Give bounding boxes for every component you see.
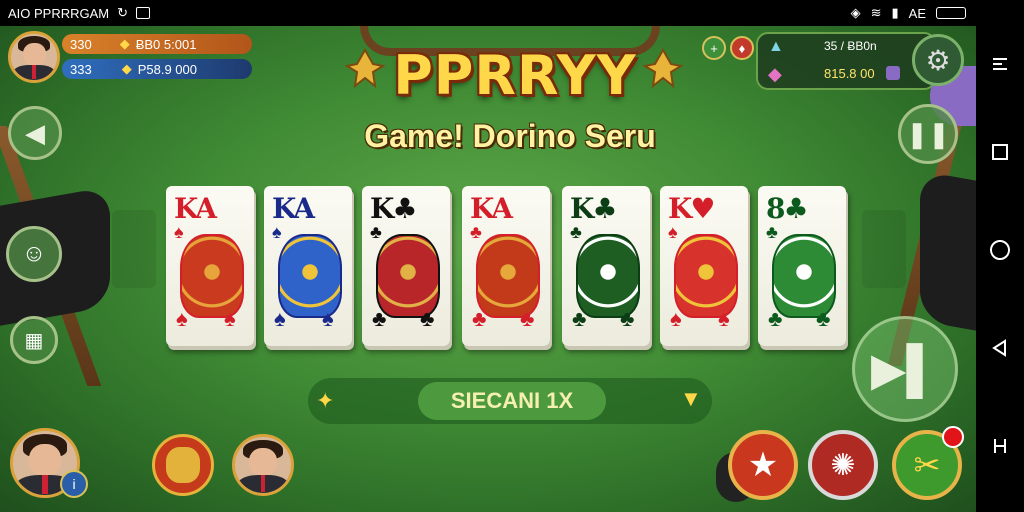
chip-icon[interactable]: ✺ [808,430,878,500]
card-pip-icon: ♠ [718,306,730,331]
game-subtitle: Game! Dorino Seru [364,118,656,154]
table-icon[interactable]: ▦ [10,316,58,364]
playing-card[interactable]: K♥ ♠ ♠ ♠ [660,186,748,346]
back-nav-icon[interactable] [988,336,1012,360]
menu-icon[interactable] [988,52,1012,76]
emoji-icon[interactable]: ☺ [6,226,62,282]
purchase-icon[interactable] [886,66,900,80]
playing-card[interactable]: KA ♣ ♣ ♣ [462,186,550,346]
empty-slot-left [112,210,156,288]
wifi-icon: ≋ [870,5,882,20]
mask-avatar[interactable] [152,434,214,496]
card-rank: 8♣ [766,192,809,225]
card-suit-icon: ♠ [272,222,282,242]
playing-card[interactable]: KA ♠ ♠ ♠ [166,186,254,346]
card-rank: K♣ [370,192,417,225]
coin-balance-a: 330 ◆ ɃB0 5:001 [62,34,252,54]
action-button[interactable]: SIECANI 1X [418,382,606,420]
card-pip-icon: ♣ [520,306,535,331]
sync-icon: ↻ [117,5,129,20]
card-pip-icon: ♣ [420,306,435,331]
status-left-text: AIO PPRRRGAM [8,5,110,21]
chips-icon: ▲ [768,38,784,55]
card-pip-icon: ♠ [176,306,188,331]
card-suit-icon: ♠ [668,222,678,242]
gems-icon: ◆ [768,64,782,84]
left-star-icon: ✦ [316,388,335,413]
notification-icon [136,7,151,19]
card-suit-icon: ♠ [174,222,184,242]
coins-a-label: 330 [70,36,92,52]
signal-icon: ▮ [891,5,899,20]
left-ornament-icon [345,48,385,88]
status-right-text: AE [908,5,926,21]
settings-gear-icon[interactable]: ⚙ [912,34,964,86]
card-pip-icon: ♣ [768,306,783,331]
pause-icon[interactable]: ❚❚ [898,104,958,164]
shield-icon: ◈ [850,5,861,20]
card-pip-icon: ♣ [620,306,635,331]
info-badge-icon[interactable]: i [60,470,88,498]
right-ornament-icon [643,48,683,88]
android-nav-bar [976,0,1024,512]
game-table: PPRRYY Game! Dorino Seru 330 ◆ ɃB0 5:001… [0,26,976,512]
player-avatar[interactable] [8,31,60,83]
card-suit-icon: ♣ [766,222,778,242]
card-rank: KA [272,192,315,225]
right-bumper [920,170,976,332]
card-rank: K♣ [570,192,617,225]
currency-panel: ▲ 35 / ɃB0n ◆ 815.8 00 [756,32,936,90]
coins-b-label: 333 [70,61,92,77]
empty-slot-right [862,210,906,288]
split-screen-icon[interactable] [988,434,1012,458]
card-pip-icon: ♣ [816,306,831,331]
card-rank: K♥ [668,192,715,225]
card-pip-icon: ♣ [372,306,387,331]
coin-icon: ◆ [119,36,130,51]
coins-a-value: ɃB0 5:001 [135,36,197,52]
card-pip-icon: ♠ [322,306,334,331]
recents-icon[interactable] [988,140,1012,164]
wallet-panel: 330 ◆ ɃB0 5:001 333 ◆ P58.9 000 [8,31,253,87]
card-pip-icon: ♣ [472,306,487,331]
card-pip-icon: ♣ [572,306,587,331]
home-icon[interactable] [988,238,1012,262]
coins-b-value: P58.9 000 [137,61,197,77]
add-icon[interactable]: + [702,36,726,60]
notification-dot [942,426,964,448]
card-suit-icon: ♣ [470,222,482,242]
card-rank: KA [470,192,513,225]
coin-balance-b: 333 ◆ P58.9 000 [62,59,252,79]
top-right-value-a: 35 / ɃB0n [824,39,877,53]
playing-card[interactable]: KA ♠ ♠ ♠ [264,186,352,346]
card-pip-icon: ♠ [274,306,286,331]
card-pip-icon: ♠ [224,306,236,331]
favorite-star-icon[interactable]: ★ [728,430,798,500]
status-bar: AIO PPRRRGAM ↻ ◈ ≋ ▮ AE [0,0,976,26]
card-suit-icon: ♣ [570,222,582,242]
playing-card[interactable]: K♣ ♣ ♣ ♣ [362,186,450,346]
card-pip-icon: ♠ [670,306,682,331]
card-suit-icon: ♣ [370,222,382,242]
back-icon[interactable]: ◀ [8,106,62,160]
playing-card[interactable]: K♣ ♣ ♣ ♣ [562,186,650,346]
game-logo: PPRRYY [393,43,637,107]
top-right-value-b: 815.8 00 [824,66,875,81]
opponent-avatar-2[interactable] [232,434,294,496]
gift-icon[interactable]: ♦ [730,36,754,60]
battery-icon [936,7,966,19]
skip-icon[interactable]: ▶▌ [852,316,958,422]
down-arrow-icon[interactable]: ▼ [680,386,702,412]
playing-card[interactable]: 8♣ ♣ ♣ ♣ [758,186,846,346]
gem-icon: ◆ [121,61,132,76]
card-rank: KA [174,192,217,225]
